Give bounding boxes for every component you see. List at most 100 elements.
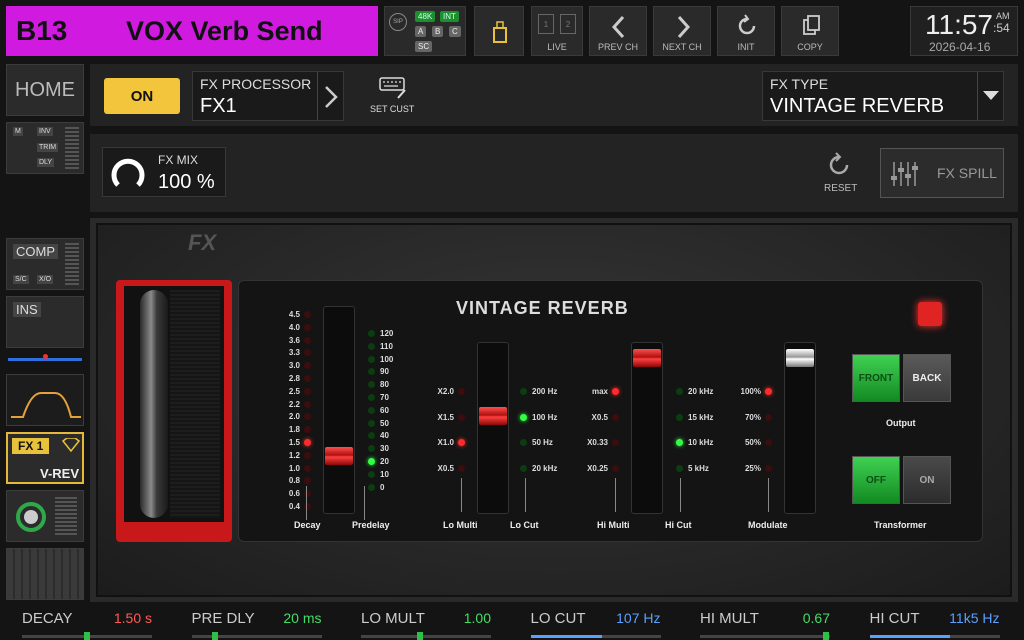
param-slider-track[interactable]: [700, 632, 830, 640]
label-tick: [768, 478, 769, 512]
decay-scale-label: 0.8: [288, 476, 300, 486]
decay-fader-cap[interactable]: [325, 447, 353, 465]
param-slider-thumb[interactable]: [416, 632, 423, 640]
locut-fader-cap[interactable]: [479, 407, 507, 426]
fx-processor-selector[interactable]: FX PROCESSOR FX1: [192, 71, 344, 121]
modulate-led: [765, 439, 772, 446]
modulate-label: Modulate: [748, 520, 788, 530]
parameter-bar: DECAY 1.50 s PRE DLY 20 ms LO MULT 1.00 LO CUT…: [0, 604, 1024, 640]
insert-section[interactable]: INS: [6, 296, 84, 348]
fx-type-value: VINTAGE REVERB: [770, 95, 945, 117]
himulti-label: Hi Multi: [597, 520, 630, 530]
param-lo-cut[interactable]: LO CUT 107 Hz: [530, 608, 661, 638]
predelay-scale-label: 20: [380, 457, 389, 466]
clock-date: 2026-04-16: [929, 40, 991, 54]
comp-section[interactable]: COMP S/C X/O: [6, 238, 84, 290]
fx-mix-control[interactable]: FX MIX 100 %: [102, 147, 226, 197]
modulate-fader[interactable]: [784, 342, 816, 514]
decay-label: Decay: [294, 520, 321, 530]
lomulti-scale-label: X1.5: [437, 412, 454, 422]
init-button[interactable]: INIT: [717, 6, 775, 56]
param-slider-track[interactable]: [361, 632, 491, 640]
param-slider-track[interactable]: [22, 632, 152, 640]
param-decay[interactable]: DECAY 1.50 s: [22, 608, 152, 640]
output-front-button[interactable]: FRONT: [852, 354, 900, 402]
predelay-scale-label: 90: [380, 367, 389, 377]
decay-led: [304, 451, 311, 459]
eq-section[interactable]: [6, 374, 84, 426]
param-name: DECAY: [22, 610, 73, 627]
lomulti-led: [458, 413, 465, 421]
param-slider-thumb[interactable]: [211, 632, 218, 640]
predelay-led: [368, 330, 375, 337]
fx-on-button[interactable]: ON: [104, 78, 180, 114]
label-tick: [525, 478, 526, 512]
locut-fader[interactable]: [477, 342, 509, 514]
param-slider-track[interactable]: [191, 632, 322, 640]
predelay-scale-label: 110: [380, 341, 393, 351]
live-page-1: 1: [538, 14, 554, 34]
fx-spill-button[interactable]: FX SPILL: [880, 148, 1004, 198]
predelay-scale-label: 10: [380, 469, 389, 479]
fx-mix-knob-icon: [111, 158, 145, 187]
channel-name-bar[interactable]: B13 VOX Verb Send: [6, 6, 378, 56]
himulti-scale-label: X0.33: [587, 438, 608, 447]
channel-name: VOX Verb Send: [126, 15, 323, 46]
output-back-button[interactable]: BACK: [903, 354, 951, 402]
output-meter-section[interactable]: [6, 548, 84, 600]
reset-button[interactable]: RESET: [816, 150, 862, 198]
decay-fader[interactable]: [323, 306, 355, 514]
copy-button[interactable]: COPY: [781, 6, 839, 56]
himulti-led: [612, 439, 619, 446]
param-slider-thumb[interactable]: [84, 632, 90, 640]
faders-icon: [891, 162, 918, 186]
clock-panel: 11:57 AM :54 2026-04-16: [910, 6, 1018, 56]
preamp-section[interactable]: M INV TRIM DLY: [6, 122, 84, 174]
decay-scale-label: 2.2: [288, 399, 300, 409]
lomulti-led: [458, 439, 465, 446]
transformer-off-button[interactable]: OFF: [852, 456, 900, 504]
locut-scale-label: 50 Hz: [532, 438, 553, 447]
sample-rate-panel[interactable]: SIP 48K INT A B C SC: [384, 6, 466, 56]
modulate-led: [765, 413, 772, 421]
meter-m-label: M: [13, 127, 23, 136]
param-hi-cut[interactable]: HI CUT 11k5 Hz: [869, 608, 1000, 638]
input-meter: [65, 127, 79, 171]
set-custom-button[interactable]: SET CUST: [366, 72, 422, 120]
param-value: 11k5 Hz: [949, 610, 1000, 626]
usb-button[interactable]: [474, 6, 524, 56]
comp-meter: [65, 243, 79, 287]
transformer-on-button[interactable]: ON: [903, 456, 951, 504]
predelay-scale-label: 0: [380, 482, 385, 492]
param-slider-fill: [700, 635, 826, 638]
trim-label: TRIM: [37, 143, 59, 152]
lomulti-led: [458, 464, 465, 472]
param-lo-mult[interactable]: LO MULT 1.00: [361, 608, 491, 640]
live-page-2: 2: [560, 14, 576, 34]
dynamics-section[interactable]: [6, 490, 84, 542]
fx1-section[interactable]: FX 1 V-REV: [6, 432, 84, 484]
param-slider-track[interactable]: [530, 635, 661, 638]
param-hi-mult[interactable]: HI MULT 0.67: [700, 608, 830, 640]
home-button[interactable]: HOME: [6, 64, 84, 116]
fx-type-selector[interactable]: FX TYPE VINTAGE REVERB: [762, 71, 1004, 121]
modulate-fader-cap[interactable]: [786, 349, 814, 368]
predelay-label: Predelay: [352, 520, 390, 530]
locut-led: [520, 413, 527, 421]
live-button[interactable]: 1 2 LIVE: [531, 6, 583, 56]
hicut-fader[interactable]: [631, 342, 663, 514]
param-slider-thumb[interactable]: [823, 632, 830, 640]
hicut-fader-cap[interactable]: [633, 349, 661, 368]
next-channel-button[interactable]: NEXT CH: [653, 6, 711, 56]
prev-channel-button[interactable]: PREV CH: [589, 6, 647, 56]
param-pre-dly[interactable]: PRE DLY 20 ms: [191, 608, 322, 640]
pan-slider[interactable]: [6, 352, 84, 366]
param-value: 1.50 s: [113, 610, 152, 626]
mixer-screen: B13 VOX Verb Send SIP 48K INT A B C SC 1…: [0, 0, 1024, 640]
param-slider-track[interactable]: [869, 635, 1000, 638]
decay-led: [304, 323, 311, 331]
lomulti-led: [458, 388, 465, 395]
lomulti-scale-label: X0.5: [437, 463, 454, 473]
inv-label: INV: [37, 127, 53, 136]
fx-processor-caption: FX PROCESSOR: [200, 76, 312, 92]
